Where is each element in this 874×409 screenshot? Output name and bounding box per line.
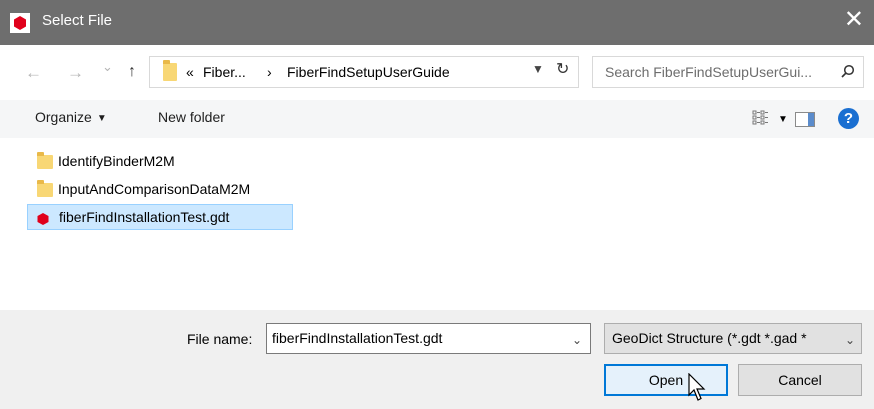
breadcrumb-fiber[interactable]: Fiber... bbox=[203, 64, 246, 80]
filename-input[interactable]: fiberFindInstallationTest.gdt ⌄ bbox=[266, 323, 591, 354]
breadcrumb-current[interactable]: FiberFindSetupUserGuide bbox=[287, 64, 450, 80]
up-arrow-icon[interactable]: ↑ bbox=[128, 63, 136, 81]
recent-locations-icon[interactable]: ⌄ bbox=[102, 59, 113, 75]
change-view-icon[interactable] bbox=[752, 110, 770, 126]
address-dropdown-icon[interactable]: ▼ bbox=[532, 62, 544, 76]
search-input[interactable]: Search FiberFindSetupUserGui... bbox=[592, 56, 864, 88]
dialog-footer: File name: fiberFindInstallationTest.gdt… bbox=[0, 310, 874, 409]
open-button[interactable]: Open bbox=[604, 364, 728, 396]
back-arrow-icon[interactable]: ← bbox=[25, 63, 42, 83]
gdt-file-icon bbox=[37, 213, 49, 225]
chevron-down-icon: ▼ bbox=[96, 113, 107, 124]
geodict-app-icon bbox=[10, 13, 30, 33]
filename-dropdown-icon[interactable]: ⌄ bbox=[572, 333, 582, 347]
file-name: fiberFindInstallationTest.gdt bbox=[59, 209, 230, 225]
chevron-down-icon: ⌄ bbox=[844, 333, 855, 347]
search-icon bbox=[841, 64, 855, 78]
filetype-select[interactable]: GeoDict Structure (*.gdt *.gad * ⌄ bbox=[604, 323, 862, 354]
refresh-icon[interactable]: ↻ bbox=[556, 59, 569, 79]
close-icon[interactable]: ✕ bbox=[844, 8, 864, 32]
file-name: InputAndComparisonDataM2M bbox=[58, 181, 251, 197]
filename-label: File name: bbox=[187, 331, 253, 347]
view-options-chevron-icon[interactable]: ▼ bbox=[778, 114, 788, 125]
filetype-value: GeoDict Structure (*.gdt *.gad * bbox=[612, 330, 807, 346]
breadcrumb-overflow[interactable]: « bbox=[186, 64, 194, 80]
search-placeholder: Search FiberFindSetupUserGui... bbox=[605, 64, 812, 80]
new-folder-button[interactable]: New folder bbox=[158, 109, 225, 125]
address-row: ← → ⌄ ↑ « Fiber... › FiberFindSetupUserG… bbox=[0, 45, 874, 100]
forward-arrow-icon[interactable]: → bbox=[67, 63, 84, 83]
organize-button[interactable]: Organize ▼ bbox=[35, 109, 107, 125]
address-bar[interactable]: « Fiber... › FiberFindSetupUserGuide bbox=[149, 56, 579, 88]
cancel-button[interactable]: Cancel bbox=[738, 364, 862, 396]
folder-icon bbox=[163, 60, 177, 81]
command-bar: Organize ▼ New folder bbox=[0, 100, 874, 138]
list-item-inputandcomparisondatam2m[interactable]: InputAndComparisonDataM2M bbox=[27, 177, 293, 203]
list-item-identifybinderm2m[interactable]: IdentifyBinderM2M bbox=[27, 149, 293, 175]
dialog-title: Select File bbox=[42, 12, 113, 29]
filename-value: fiberFindInstallationTest.gdt bbox=[272, 330, 443, 346]
preview-pane-icon[interactable] bbox=[795, 112, 815, 127]
organize-label: Organize bbox=[35, 109, 92, 125]
list-item-fiberfindinstallationtest[interactable]: fiberFindInstallationTest.gdt bbox=[27, 204, 293, 230]
breadcrumb-separator: › bbox=[267, 64, 272, 80]
help-icon[interactable]: ? bbox=[838, 108, 859, 129]
folder-icon bbox=[37, 152, 53, 169]
title-bar: Select File ✕ bbox=[0, 0, 874, 45]
folder-icon bbox=[37, 180, 53, 197]
file-list: IdentifyBinderM2M InputAndComparisonData… bbox=[0, 138, 874, 310]
file-name: IdentifyBinderM2M bbox=[58, 153, 175, 169]
